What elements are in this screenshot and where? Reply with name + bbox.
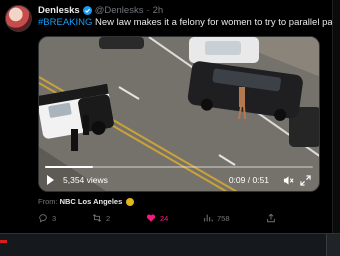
reply-icon [39,214,47,223]
author-name[interactable]: Denlesks [38,5,80,16]
source-prefix: From: [38,197,58,206]
tweet-header: Denlesks @Denlesks · 2h [38,5,163,16]
video-progress-bar[interactable] [45,166,313,168]
tweet-time[interactable]: 2h [153,5,164,16]
corner-box [326,234,340,256]
avatar[interactable] [5,5,32,32]
video-source: From: NBC Los Angeles [38,197,135,206]
scrollbar[interactable] [332,0,340,234]
repost-button[interactable]: 2 [92,213,110,223]
source-name[interactable]: NBC Los Angeles [60,197,123,206]
gold-verified-icon [126,197,135,206]
hashtag-link[interactable]: #BREAKING [38,17,92,28]
tweet-text: #BREAKING New law makes it a felony for … [38,17,340,28]
verified-badge-icon [82,6,92,15]
play-icon[interactable] [47,175,54,185]
video-progress-fill [45,166,94,168]
avatar-ring [5,5,32,32]
red-indicator [0,240,7,243]
dot-separator: · [146,5,150,16]
next-tweet-area [0,234,340,256]
repost-count: 2 [106,213,111,223]
share-icon [267,213,275,223]
views-chart-icon [204,214,213,222]
heart-icon [146,214,156,222]
video-time: 0:09 / 0:51 [228,175,269,185]
author-handle[interactable]: @Denlesks [95,5,144,16]
fullscreen-icon[interactable] [300,174,311,186]
mute-icon[interactable] [283,175,294,186]
share-button[interactable] [266,213,276,223]
views-count: 758 [217,213,230,223]
repost-icon [92,214,102,222]
tweet-body: New law makes it a felony for women to t… [92,17,340,28]
reply-count: 3 [52,213,57,223]
video-controls: 5,354 views 0:09 / 0:51 [39,169,319,191]
tweet-actions: 3 2 24 758 [38,213,288,227]
reply-button[interactable]: 3 [38,213,56,223]
video-player[interactable]: 5,354 views 0:09 / 0:51 [38,36,320,192]
views-button[interactable]: 758 [203,213,230,223]
like-button[interactable]: 24 [146,213,168,223]
like-count: 24 [160,213,169,223]
video-views: 5,354 views [63,175,108,185]
